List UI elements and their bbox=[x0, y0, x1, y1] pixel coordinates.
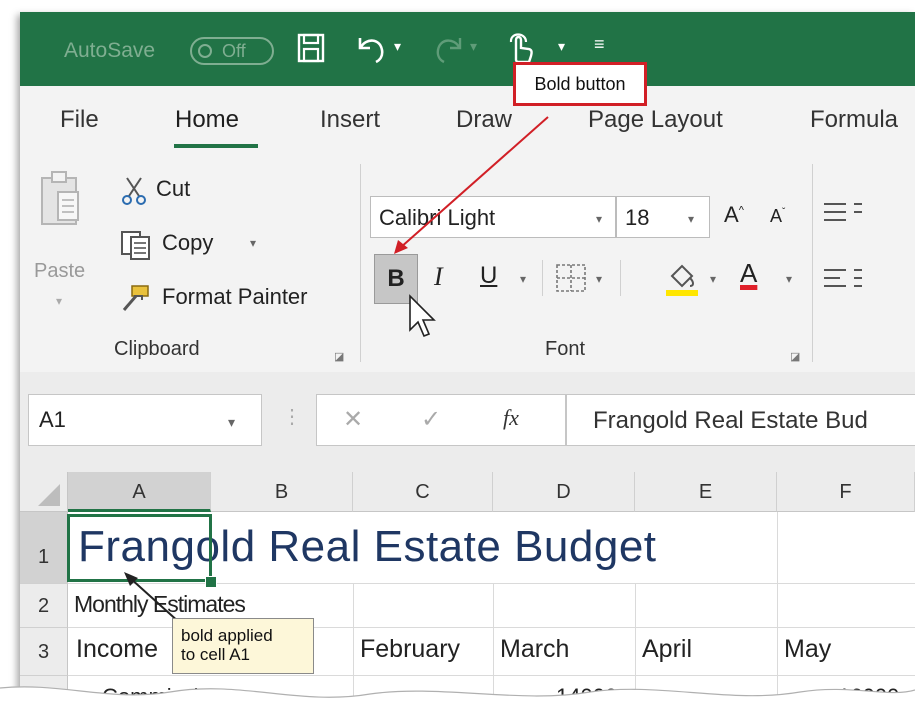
a1-callout-line1: bold applied bbox=[181, 626, 273, 645]
mouse-pointer-icon bbox=[409, 294, 436, 338]
bold-button-callout: Bold button bbox=[513, 62, 647, 106]
bold-callout-text: Bold button bbox=[534, 74, 626, 94]
cell-a1-callout: bold applied to cell A1 bbox=[172, 618, 314, 674]
annotation-arrows bbox=[124, 116, 549, 633]
a1-callout-line2: to cell A1 bbox=[181, 645, 250, 664]
bold-callout-arrow bbox=[399, 116, 549, 249]
